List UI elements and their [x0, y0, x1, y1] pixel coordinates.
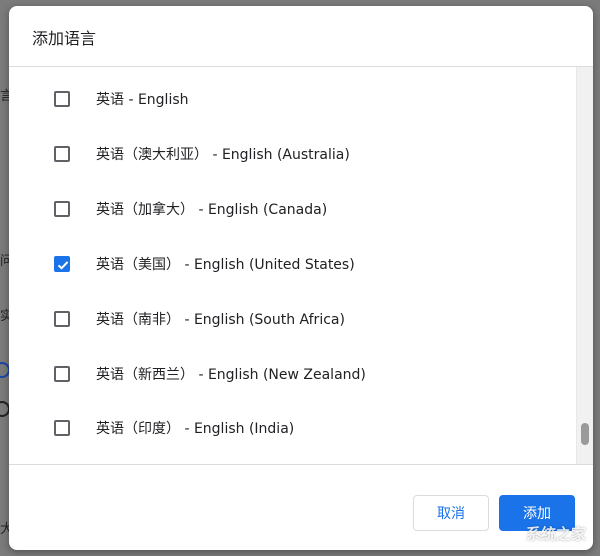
language-checkbox[interactable] — [54, 90, 70, 107]
dialog-title: 添加语言 — [32, 29, 97, 48]
language-label: 英语（美国） - English (United States) — [96, 256, 355, 273]
cancel-button[interactable]: 取消 — [413, 495, 489, 531]
language-item[interactable]: 英语（南非） - English (South Africa) — [9, 291, 576, 346]
language-label: 英语（新西兰） - English (New Zealand) — [96, 366, 366, 383]
scrollbar-thumb[interactable] — [581, 423, 589, 445]
language-item[interactable]: 英语（美国） - English (United States) — [9, 236, 576, 291]
language-label: 英语（印度） - English (India) — [96, 420, 295, 437]
language-item[interactable]: 英语（澳大利亚） - English (Australia) — [9, 126, 576, 181]
language-item[interactable]: 英语（新西兰） - English (New Zealand) — [9, 346, 576, 401]
check-icon — [57, 260, 69, 270]
language-item[interactable]: 英语（加拿大） - English (Canada) — [9, 181, 576, 236]
scrollbar[interactable] — [576, 67, 593, 464]
language-checkbox[interactable] — [54, 419, 70, 436]
language-checkbox-checked[interactable] — [54, 255, 70, 272]
language-label: 英语 - English — [96, 91, 189, 108]
language-checkbox[interactable] — [54, 365, 70, 382]
watermark-logo: 系统之家 — [525, 525, 586, 543]
language-checkbox[interactable] — [54, 145, 70, 162]
divider — [9, 464, 593, 465]
language-checkbox[interactable] — [54, 200, 70, 217]
language-label: 英语（加拿大） - English (Canada) — [96, 201, 328, 218]
language-label: 英语（澳大利亚） - English (Australia) — [96, 146, 350, 163]
language-list[interactable]: 英语 - English 英语（澳大利亚） - English (Austral… — [9, 67, 576, 464]
add-language-dialog: 添加语言 英语 - English 英语（澳大利亚） - English (Au… — [9, 6, 593, 550]
language-label: 英语（南非） - English (South Africa) — [96, 311, 345, 328]
language-item[interactable]: 英语（印度） - English (India) — [9, 400, 576, 455]
language-checkbox[interactable] — [54, 310, 70, 327]
language-item[interactable]: 英语 - English — [9, 71, 576, 126]
